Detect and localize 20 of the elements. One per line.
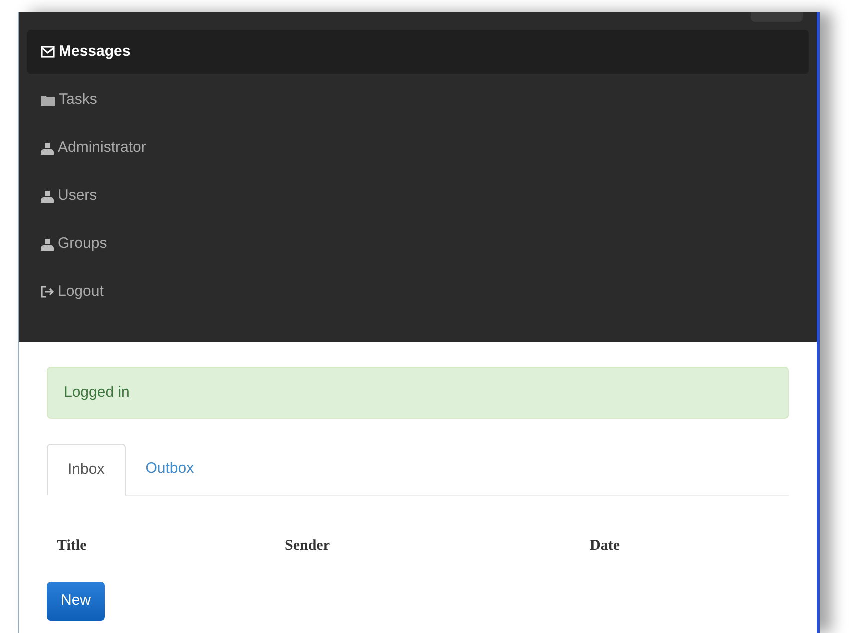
new-button[interactable]: New	[47, 582, 106, 621]
user-icon	[41, 190, 54, 202]
tab[interactable]: Outbox	[126, 444, 214, 495]
nav-item[interactable]: Tasks	[27, 78, 809, 122]
nav-item[interactable]: Administrator	[27, 126, 809, 170]
nav-item[interactable]: Users	[27, 174, 809, 218]
logout-icon	[41, 286, 54, 298]
envelope-icon	[41, 46, 55, 58]
tab[interactable]: Inbox	[47, 444, 126, 496]
column-header: Date	[590, 536, 621, 556]
navbar-toggle-button[interactable]	[751, 12, 803, 22]
nav-item[interactable]: Groups	[27, 222, 809, 266]
column-header: Title	[57, 536, 88, 556]
nav-item[interactable]: Logout	[27, 270, 809, 314]
user-icon	[41, 142, 54, 154]
nav-item[interactable]: Messages	[27, 30, 809, 74]
alert-text: Logged in	[64, 382, 130, 403]
user-icon	[41, 238, 54, 250]
folder-icon	[41, 94, 55, 106]
column-header: Sender	[285, 536, 331, 556]
